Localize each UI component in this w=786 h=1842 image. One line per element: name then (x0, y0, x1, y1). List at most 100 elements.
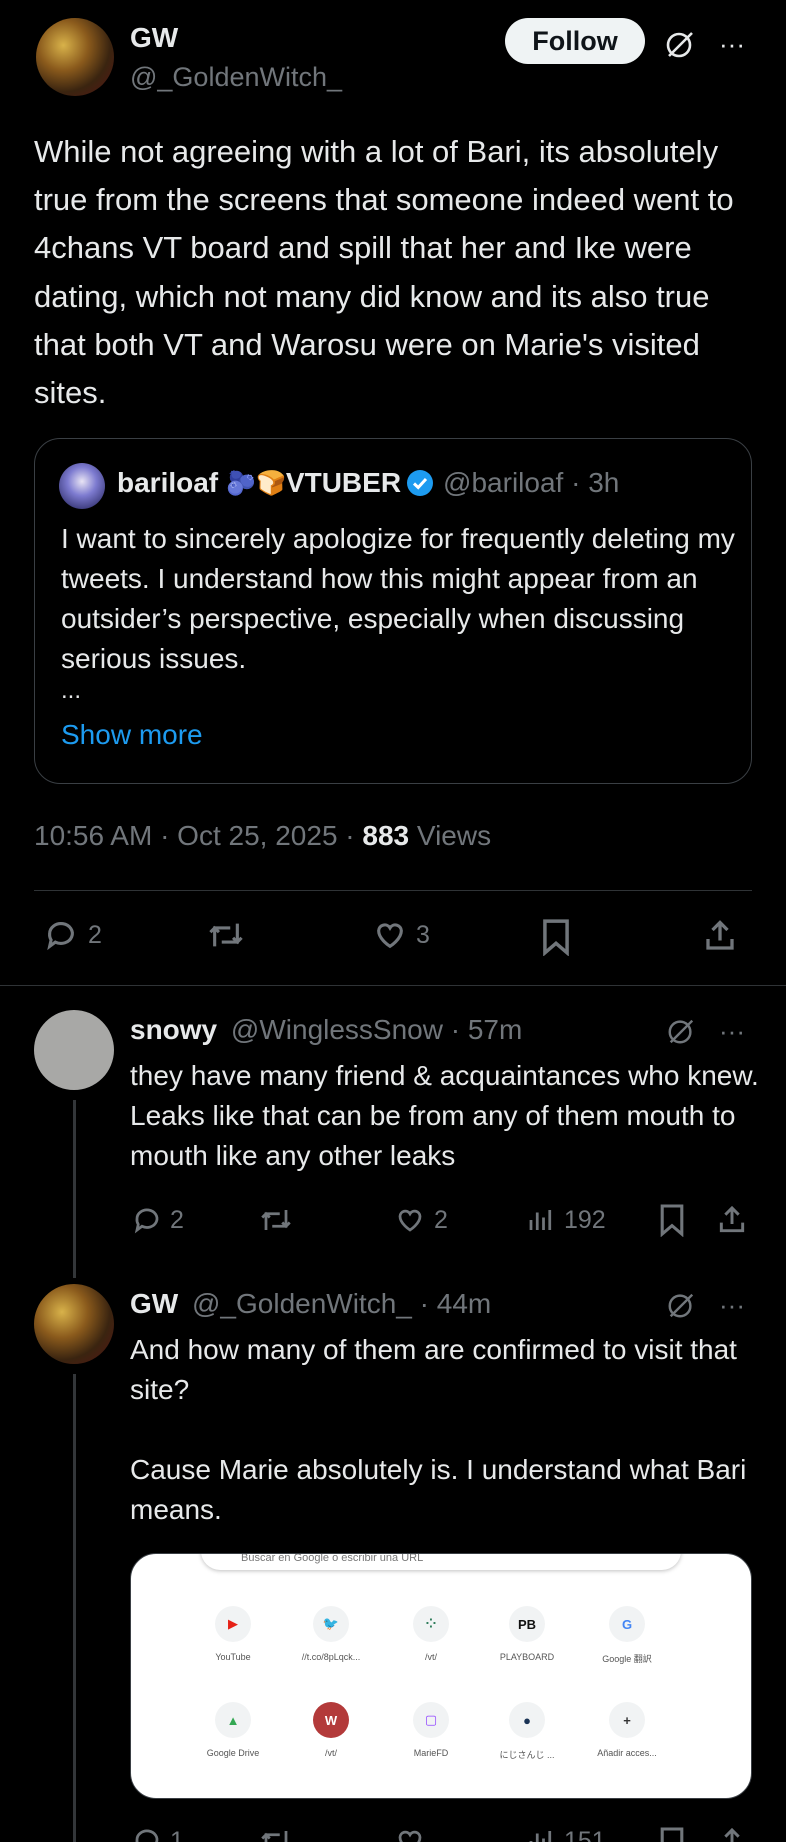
bookmark-button[interactable] (540, 918, 572, 956)
show-more-link[interactable]: Show more (61, 719, 203, 751)
quoted-tweet[interactable]: bariloaf 🫐 🍞 VTUBER @bariloaf · 3h I wan… (34, 438, 752, 784)
share-icon (719, 1205, 745, 1233)
divider (34, 890, 752, 891)
bookmark-button[interactable] (658, 1203, 686, 1237)
thread-line (73, 1100, 76, 1278)
attached-image[interactable]: Buscar en Google o escribir una URL ▶ You… (130, 1553, 752, 1799)
reply-count: 2 (170, 1205, 184, 1234)
bookmark-button[interactable] (658, 1826, 686, 1842)
quote-display-name: bariloaf (117, 467, 219, 498)
handle-time[interactable]: @_GoldenWitch_ · 44m (192, 1288, 491, 1319)
like-button[interactable] (394, 1826, 426, 1842)
tweet-text: While not agreeing with a lot of Bari, i… (34, 134, 734, 411)
shortcut-label: Añadir acces... (597, 1748, 657, 1758)
reply-count: 1 (170, 1826, 184, 1842)
tweet-meta: 10:56 AM · Oct 25, 2025 · 883 Views (34, 820, 491, 852)
like-button[interactable]: 2 (394, 1205, 448, 1235)
timestamp[interactable]: 10:56 AM · Oct 25, 2025 · (34, 820, 362, 851)
views-count: 883 (362, 820, 410, 851)
views-icon (529, 1831, 552, 1842)
repost-icon (261, 1831, 288, 1842)
share-button[interactable] (716, 1826, 748, 1842)
reply-icon (134, 1208, 159, 1234)
handle-time[interactable]: @WinglessSnow · 57m (231, 1014, 522, 1045)
quote-ellipsis: ... (61, 677, 82, 704)
avatar[interactable] (34, 1284, 114, 1364)
display-name[interactable]: GW (130, 1288, 178, 1319)
display-name[interactable]: GW (130, 22, 178, 54)
reply-button[interactable]: 1 (132, 1826, 184, 1842)
views-icon (529, 1210, 552, 1230)
shortcut-icon: ⁘ (413, 1606, 449, 1642)
quote-avatar[interactable] (59, 463, 105, 509)
share-button[interactable] (716, 1204, 748, 1236)
shortcut-tile[interactable]: + Añadir acces... (577, 1702, 677, 1758)
handle[interactable]: @_GoldenWitch_ (130, 62, 342, 93)
shortcut-tile[interactable]: ▲ Google Drive (183, 1702, 283, 1758)
bread-emoji: 🍞 (256, 469, 286, 497)
search-bar: Buscar en Google o escribir una URL (201, 1554, 681, 1570)
reply-button[interactable]: 2 (44, 918, 102, 952)
share-icon (706, 920, 734, 950)
views-count: 192 (564, 1205, 606, 1234)
shortcut-icon: G (609, 1606, 645, 1642)
repost-icon (209, 923, 243, 947)
views-button[interactable]: 192 (526, 1205, 606, 1235)
avatar[interactable] (34, 1010, 114, 1090)
repost-button[interactable] (206, 918, 246, 952)
follow-button[interactable]: Follow (505, 18, 645, 64)
bookmark-icon (543, 919, 569, 956)
shortcut-tile[interactable]: ⁘ /vt/ (381, 1606, 481, 1662)
avatar[interactable] (36, 18, 114, 96)
grok-icon[interactable] (662, 26, 698, 62)
shortcut-label: にじさんじ ... (499, 1750, 555, 1760)
repost-button[interactable] (258, 1205, 294, 1235)
views-label: Views (409, 820, 492, 851)
display-name[interactable]: snowy (130, 1014, 217, 1045)
quote-name-suffix: VTUBER (285, 467, 402, 498)
views-button[interactable]: 151 (526, 1826, 606, 1842)
share-button[interactable] (702, 918, 738, 954)
shortcut-icon: W (313, 1702, 349, 1738)
more-options-icon[interactable]: ··· (712, 1014, 752, 1048)
quote-header: bariloaf 🫐 🍞 VTUBER @bariloaf · 3h (117, 467, 619, 499)
shortcut-label: /vt/ (424, 1652, 437, 1662)
reply-icon (135, 1829, 159, 1842)
shortcut-icon: ▶ (215, 1606, 251, 1642)
shortcut-tile[interactable]: PB PLAYBOARD (477, 1606, 577, 1662)
shortcut-icon: PB (509, 1606, 545, 1642)
bookmark-icon (660, 1204, 684, 1237)
reply-text: Cause Marie absolutely is. I understand … (130, 1454, 747, 1525)
share-icon (724, 1827, 740, 1842)
reply-button[interactable]: 2 (132, 1205, 184, 1235)
verified-badge-icon (405, 468, 435, 498)
bookmark-icon (660, 1827, 684, 1842)
shortcut-tile[interactable]: 🐦 //t.co/8pLqck... (281, 1606, 381, 1662)
grok-icon[interactable] (664, 1288, 698, 1322)
like-count: 3 (416, 920, 430, 949)
shortcut-tile[interactable]: ● にじさんじ ... (477, 1702, 577, 1761)
reply-text: they have many friend & acquaintances wh… (130, 1060, 759, 1171)
shortcut-tile[interactable]: ▢ MarieFD (381, 1702, 481, 1758)
quote-handle-time: @bariloaf · 3h (443, 467, 620, 498)
heart-icon (398, 1830, 422, 1842)
grok-icon[interactable] (664, 1014, 698, 1048)
reply-icon (47, 922, 74, 951)
repost-icon (261, 1210, 291, 1230)
reply-text: And how many of them are confirmed to vi… (130, 1334, 737, 1405)
shortcut-tile[interactable]: ▶ YouTube (183, 1606, 283, 1662)
heart-icon (398, 1209, 422, 1232)
reply-header: snowy @WinglessSnow · 57m (130, 1014, 522, 1046)
more-options-icon[interactable]: ··· (712, 1288, 752, 1322)
more-options-icon[interactable]: ··· (712, 26, 752, 62)
like-button[interactable]: 3 (372, 918, 430, 952)
blueberry-emoji: 🫐 (226, 469, 257, 497)
repost-button[interactable] (258, 1826, 294, 1842)
shortcut-label: Google 翻訳 (602, 1654, 652, 1664)
shortcut-label: YouTube (215, 1652, 251, 1662)
shortcut-tile[interactable]: G Google 翻訳 (577, 1606, 677, 1665)
divider (0, 985, 786, 986)
reply-count: 2 (88, 920, 102, 949)
shortcut-icon: + (609, 1702, 645, 1738)
shortcut-tile[interactable]: W/vt/ (281, 1702, 381, 1758)
